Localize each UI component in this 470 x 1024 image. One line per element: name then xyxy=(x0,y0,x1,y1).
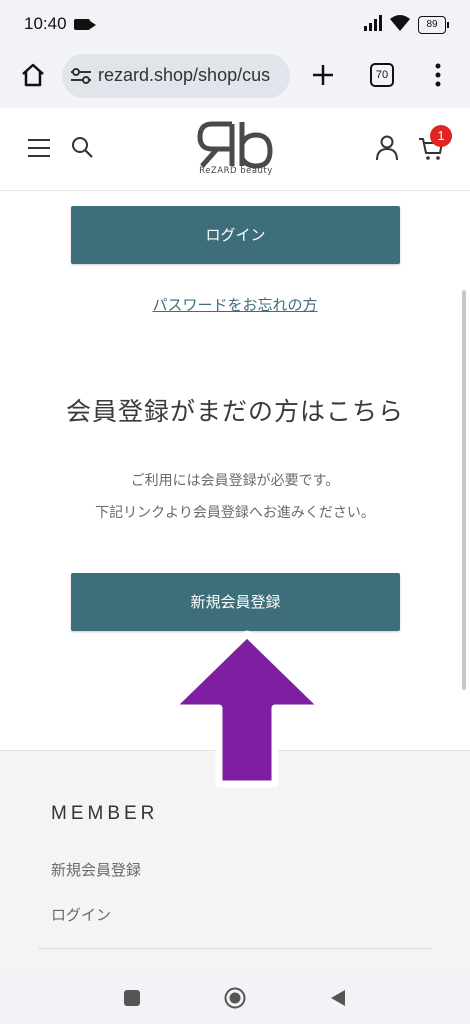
footer-register-link[interactable]: 新規会員登録 xyxy=(51,859,141,880)
forgot-password-link[interactable]: パスワードをお忘れの方 xyxy=(0,294,470,315)
site-header: ReZARD beauty 1 xyxy=(0,108,470,191)
tab-switcher-button[interactable]: 70 xyxy=(370,63,394,87)
hamburger-menu-icon[interactable] xyxy=(27,137,51,159)
cart-count-badge: 1 xyxy=(430,125,452,147)
system-nav-bar xyxy=(0,972,470,1024)
url-text[interactable]: rezard.shop/shop/cus xyxy=(98,65,288,86)
footer-login-link[interactable]: ログイン xyxy=(51,904,111,925)
footer-divider xyxy=(38,948,432,949)
scrollbar[interactable] xyxy=(462,290,466,690)
home-icon[interactable] xyxy=(18,60,48,90)
recent-apps-icon[interactable] xyxy=(124,990,140,1006)
status-time: 10:40 xyxy=(24,14,67,33)
address-bar[interactable]: rezard.shop/shop/cus xyxy=(62,54,290,98)
register-note-line2: 下記リンクより会員登録へお進みください。 xyxy=(95,505,375,521)
wifi-icon xyxy=(390,15,410,31)
register-button[interactable]: 新規会員登録 xyxy=(71,573,400,631)
home-circle-icon[interactable] xyxy=(224,987,246,1009)
browser-toolbar: rezard.shop/shop/cus 70 xyxy=(0,48,470,109)
register-heading: 会員登録がまだの方はこちら xyxy=(65,397,404,426)
video-camera-icon xyxy=(74,19,96,30)
arrow-up-icon xyxy=(167,630,327,788)
back-icon[interactable] xyxy=(328,988,348,1008)
signal-icon xyxy=(364,15,382,31)
logo-subtitle: ReZARD beauty xyxy=(199,166,273,176)
more-options-icon[interactable] xyxy=(428,60,448,90)
account-icon[interactable] xyxy=(376,135,398,161)
search-icon[interactable] xyxy=(70,135,94,159)
status-bar: 10:40 89 xyxy=(0,0,470,48)
register-note-line1: ご利用には会員登録が必要です。 xyxy=(130,473,340,489)
site-settings-icon[interactable] xyxy=(70,68,92,84)
footer-title: MEMBER xyxy=(51,803,159,824)
login-button[interactable]: ログイン xyxy=(71,206,400,264)
battery-icon: 89 xyxy=(418,16,449,34)
new-tab-icon[interactable] xyxy=(310,62,336,88)
